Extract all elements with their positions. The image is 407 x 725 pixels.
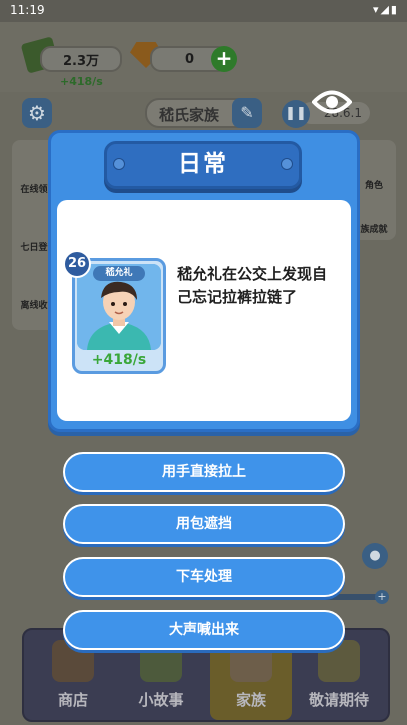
character-name: 嵇允礼 (93, 266, 145, 281)
eye-icon[interactable] (312, 85, 352, 119)
system-icons: ▾◢▮ (372, 3, 399, 16)
money-counter: 2.3万 (40, 46, 122, 72)
add-gem-button[interactable]: + (211, 46, 237, 72)
level-badge: 26 (63, 250, 91, 278)
settings-gear-icon[interactable]: ⚙ (22, 98, 52, 128)
option-button-4[interactable]: 大声喊出来 (63, 610, 345, 650)
zoom-in-icon[interactable]: + (375, 590, 389, 604)
dialog-title: 日常 (104, 141, 302, 189)
option-button-1[interactable]: 用手直接拉上 (63, 452, 345, 492)
map-pin-icon[interactable]: ● (362, 543, 388, 569)
title-left-dot (113, 158, 125, 170)
option-button-2[interactable]: 用包遮挡 (63, 504, 345, 544)
character-income: +418/s (91, 352, 147, 368)
status-time: 11:19 (10, 3, 45, 17)
option-button-3[interactable]: 下车处理 (63, 557, 345, 597)
title-right-dot (281, 158, 293, 170)
edit-family-name-button[interactable]: ✎ (232, 98, 262, 128)
status-bar: 11:19 ▾◢▮ (0, 0, 407, 22)
pause-button[interactable]: ❚❚ (282, 100, 310, 128)
income-rate: +418/s (60, 75, 103, 88)
event-story-text: 嵇允礼在公交上发现自己忘记拉裤拉链了 (177, 265, 328, 306)
